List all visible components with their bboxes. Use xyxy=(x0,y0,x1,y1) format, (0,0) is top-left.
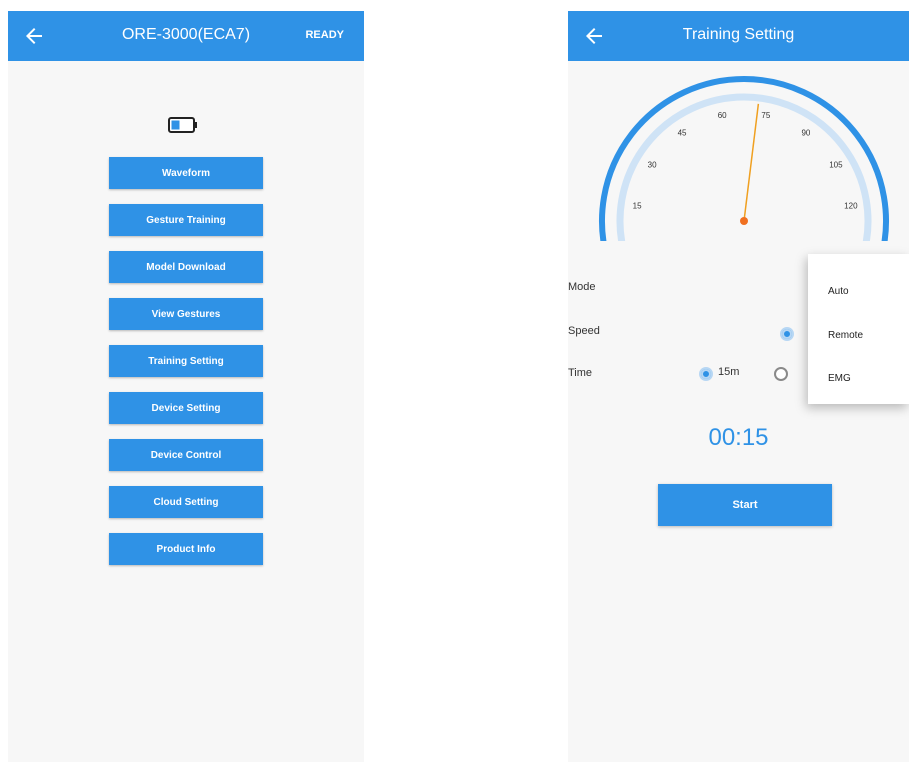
gauge-tick-label: 15 xyxy=(633,201,642,210)
gauge-tick-label: 105 xyxy=(829,160,843,169)
gauge-tick-label: 75 xyxy=(761,111,770,120)
gauge-tick-label: 60 xyxy=(718,111,727,120)
menu-button-device-control[interactable]: Device Control xyxy=(109,439,263,471)
time-radio-other[interactable] xyxy=(774,367,788,381)
menu-button-product-info[interactable]: Product Info xyxy=(109,533,263,565)
gauge-hub xyxy=(740,217,748,225)
speed-radio[interactable] xyxy=(780,327,794,341)
app-bar: ORE-3000(ECA7) READY xyxy=(8,11,364,61)
battery-icon xyxy=(168,117,197,133)
device-menu-screen: ORE-3000(ECA7) READY Waveform Gesture Tra… xyxy=(8,11,364,762)
gauge-tick-label: 30 xyxy=(648,160,657,169)
gauge-tick-label: 90 xyxy=(801,129,810,138)
speed-label: Speed xyxy=(568,325,600,337)
menu-button-training-setting[interactable]: Training Setting xyxy=(109,345,263,377)
dropdown-option-auto[interactable]: Auto xyxy=(828,286,849,297)
status-action[interactable]: READY xyxy=(305,29,344,41)
menu-button-view-gestures[interactable]: View Gestures xyxy=(109,298,263,330)
speed-gauge: 0153045607590105120135 xyxy=(599,76,889,241)
start-button[interactable]: Start xyxy=(658,484,832,526)
menu-button-gesture-training[interactable]: Gesture Training xyxy=(109,204,263,236)
timer-display: 00:15 xyxy=(708,424,769,451)
app-bar: Training Setting xyxy=(568,11,909,61)
menu-list: Waveform Gesture Training Model Download Vi… xyxy=(109,157,263,580)
mode-dropdown: Auto Remote EMG xyxy=(808,254,909,404)
menu-button-device-setting[interactable]: Device Setting xyxy=(109,392,263,424)
gauge-needle xyxy=(743,103,760,222)
mode-label: Mode xyxy=(568,281,596,293)
time-label: Time xyxy=(568,367,593,379)
time-radio-15m[interactable] xyxy=(699,367,713,381)
time-option-label: 15m xyxy=(718,366,740,378)
dropdown-option-remote[interactable]: Remote xyxy=(828,330,863,341)
menu-button-cloud-setting[interactable]: Cloud Setting xyxy=(109,486,263,518)
menu-button-waveform[interactable]: Waveform xyxy=(109,157,263,189)
gauge-tick-label: 45 xyxy=(678,129,687,138)
menu-button-model-download[interactable]: Model Download xyxy=(109,251,263,283)
page-title: Training Setting xyxy=(682,26,795,43)
training-setting-screen: Training Setting 0153045607590105120135 … xyxy=(568,11,909,762)
dropdown-option-emg[interactable]: EMG xyxy=(828,373,851,384)
gauge-tick-label: 120 xyxy=(844,201,858,210)
